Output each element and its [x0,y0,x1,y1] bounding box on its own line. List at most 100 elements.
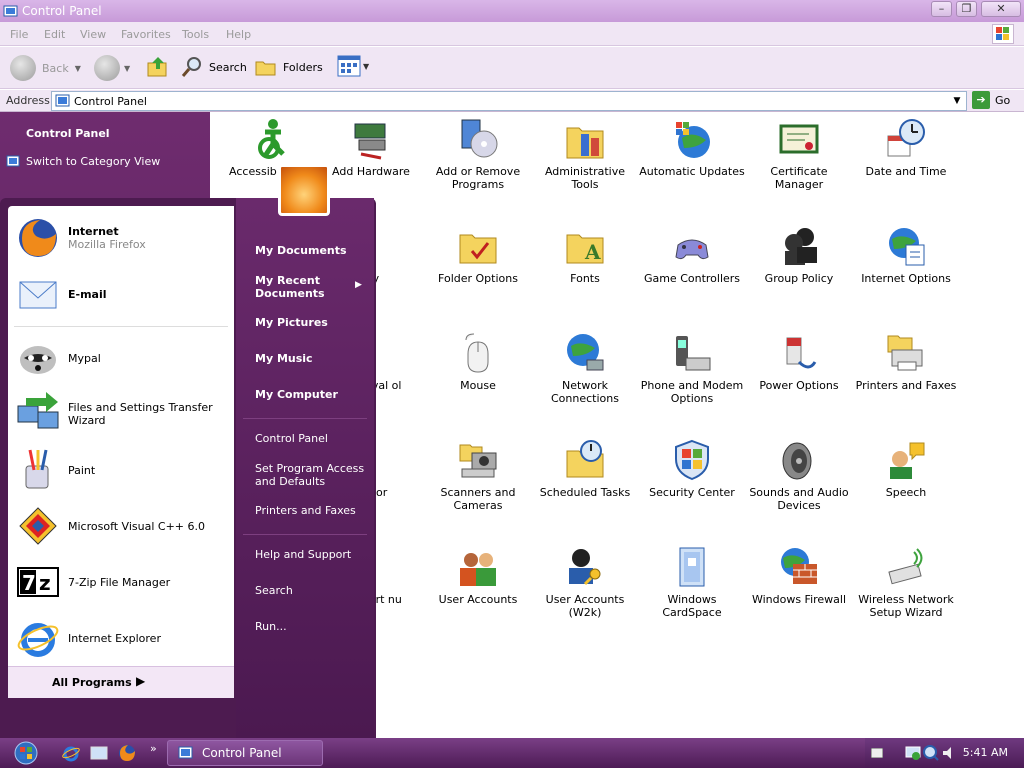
menu-bar: File Edit View Favorites Tools Help [0,22,1024,46]
cp-item-automatic-updates[interactable]: Automatic Updates [639,118,745,178]
shield-icon [672,439,712,481]
recent-internet-explorer[interactable]: Internet Explorer [16,616,161,660]
cp-item-security-center[interactable]: Security Center [639,439,745,499]
set-program-access-item[interactable]: Set Program Access and Defaults [255,462,365,488]
task-pane-title: Control Panel [26,127,110,140]
cp-item-add-hardware[interactable]: Add Hardware [318,118,424,178]
paint-icon [25,449,49,489]
cp-item-mouse[interactable]: Mouse [425,332,531,392]
my-documents-item[interactable]: My Documents [255,244,347,257]
menu-file[interactable]: File [10,28,28,41]
svg-text:7: 7 [22,571,36,595]
internet-explorer-icon [17,623,59,657]
search-icon [181,57,201,77]
forward-button[interactable]: ▼ [94,55,130,81]
menu-edit[interactable]: Edit [44,28,65,41]
speaker-icon [779,439,819,481]
cp-item-phone-modem[interactable]: Phone and Modem Options [639,332,745,405]
my-music-item[interactable]: My Music [255,352,313,365]
internet-options-icon [886,225,926,267]
control-panel-item[interactable]: Control Panel [255,432,328,445]
minimize-button[interactable]: – [931,1,952,17]
go-button[interactable]: ➔ Go [972,91,1010,109]
views-button[interactable]: ▼ [337,55,369,77]
maximize-button[interactable]: ❐ [956,1,977,17]
network-tray-icon[interactable] [905,745,921,761]
cp-item-internet-options[interactable]: Internet Options [853,225,959,285]
cp-item-date-time[interactable]: Date and Time [853,118,959,178]
user-avatar [278,164,330,216]
start-button[interactable] [4,740,44,766]
cp-item-network-connections[interactable]: Network Connections [532,332,638,405]
cardspace-icon [672,546,712,588]
close-button[interactable]: ✕ [981,1,1021,17]
quicklaunch-overflow-icon[interactable]: » [150,742,157,755]
search-tray-icon[interactable] [923,745,939,761]
cp-item-fonts[interactable]: A Fonts [532,225,638,285]
svg-text:z: z [39,571,51,595]
menu-view[interactable]: View [80,28,106,41]
group-policy-icon [779,225,819,267]
cp-item-game-controllers[interactable]: Game Controllers [639,225,745,285]
submenu-arrow-icon: ▶ [355,280,362,290]
taskbar: » Control Panel 5:41 AM [0,738,1024,768]
speech-icon [886,439,926,481]
cp-item-user-accounts[interactable]: User Accounts [425,546,531,606]
search-button[interactable]: Search [180,55,247,79]
menu-tools[interactable]: Tools [182,28,209,41]
cp-item-user-accounts-w2k[interactable]: User Accounts (W2k) [532,546,638,619]
cp-item-administrative-tools[interactable]: Administrative Tools [532,118,638,191]
folders-button[interactable]: Folders [254,55,323,79]
back-button[interactable]: Back ▼ [10,55,81,81]
up-folder-button[interactable] [146,55,170,79]
mouse-icon [458,332,498,374]
folder-options-icon [458,225,498,267]
recent-mypal[interactable]: Mypal [16,336,101,380]
my-computer-item[interactable]: My Computer [255,388,338,401]
windows-orb-icon [14,741,38,765]
pinned-internet[interactable]: Internet Mozilla Firefox [16,216,146,260]
start-menu-programs-pane: Internet Mozilla Firefox E-mail Mypal Fi… [8,206,234,698]
volume-icon[interactable] [941,745,957,761]
my-pictures-item[interactable]: My Pictures [255,316,328,329]
cp-item-add-remove-programs[interactable]: Add or Remove Programs [425,118,531,191]
search-item[interactable]: Search [255,584,293,597]
control-panel-icon [3,5,18,17]
address-input[interactable]: Control Panel ▼ [51,91,967,111]
recent-visual-cpp[interactable]: Microsoft Visual C++ 6.0 [16,504,205,548]
cp-item-speech[interactable]: Speech [853,439,959,499]
switch-category-view-link[interactable]: Switch to Category View [6,154,160,168]
menu-help[interactable]: Help [226,28,251,41]
recent-files-settings-transfer[interactable]: Files and Settings Transfer Wizard [16,392,234,436]
pinned-email[interactable]: E-mail [16,272,107,316]
help-support-item[interactable]: Help and Support [255,548,351,561]
address-dropdown-icon[interactable]: ▼ [950,94,964,108]
cp-item-scanners-cameras[interactable]: Scanners and Cameras [425,439,531,512]
run-item[interactable]: Run... [255,620,287,633]
cp-item-printers-faxes[interactable]: Printers and Faxes [853,332,959,392]
recent-7zip[interactable]: 7z 7-Zip File Manager [16,560,170,604]
firefox-quicklaunch-icon[interactable] [118,744,136,762]
cp-item-group-policy[interactable]: Group Policy [746,225,852,285]
cp-item-sounds-audio[interactable]: Sounds and Audio Devices [746,439,852,512]
menu-favorites[interactable]: Favorites [121,28,171,41]
recent-paint[interactable]: Paint [16,448,95,492]
my-recent-documents-item[interactable]: My Recent Documents [255,274,345,300]
cp-item-wireless-network[interactable]: Wireless Network Setup Wizard [853,546,959,619]
views-grid-icon [337,55,361,77]
cp-item-certificate-manager[interactable]: Certificate Manager [746,118,852,191]
all-programs-button[interactable]: All Programs ▶ [8,666,234,698]
cp-item-windows-firewall[interactable]: Windows Firewall [746,546,852,606]
cp-item-folder-options[interactable]: Folder Options [425,225,531,285]
show-desktop-icon[interactable] [90,744,108,762]
keyboard-icon[interactable] [871,748,883,758]
taskbar-item-control-panel[interactable]: Control Panel [167,740,323,766]
cp-item-scheduled-tasks[interactable]: Scheduled Tasks [532,439,638,499]
cp-item-windows-cardspace[interactable]: Windows CardSpace [639,546,745,619]
back-arrow-icon [10,55,36,81]
cp-item-power-options[interactable]: Power Options [746,332,852,392]
category-view-icon [6,155,20,167]
printers-faxes-item[interactable]: Printers and Faxes [255,504,356,517]
scanner-camera-icon [458,439,498,481]
ie-quicklaunch-icon[interactable] [62,744,80,762]
